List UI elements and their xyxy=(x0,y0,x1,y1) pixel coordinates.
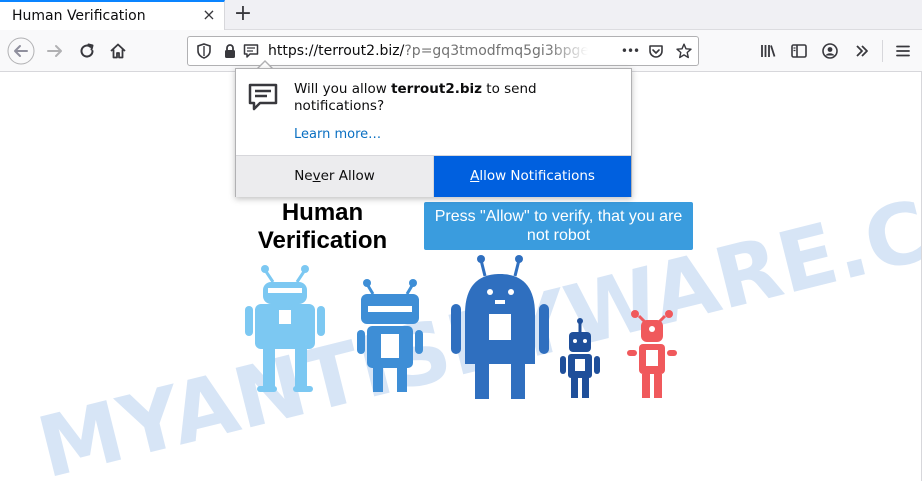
allow-notifications-button[interactable]: Allow Notifications xyxy=(434,156,631,197)
allow-instruction-tooltip: Press "Allow" to verify, that you are no… xyxy=(424,202,693,250)
new-tab-button[interactable]: + xyxy=(232,1,254,27)
never-allow-label-post: er Allow xyxy=(320,168,375,184)
bookmark-star-icon[interactable] xyxy=(676,43,692,59)
allow-accesskey: A xyxy=(470,168,480,184)
overflow-button[interactable] xyxy=(847,36,877,66)
page-actions-icon[interactable]: ••• xyxy=(620,43,640,59)
url-fade xyxy=(548,39,588,63)
reload-button[interactable] xyxy=(72,36,102,66)
url-host: https://terrout2.biz/ xyxy=(268,43,405,59)
navigation-toolbar: https://terrout2.biz/?p=gq3tmodfmq5gi3bp… xyxy=(0,30,922,72)
url-text[interactable]: https://terrout2.biz/?p=gq3tmodfmq5gi3bp… xyxy=(268,43,588,59)
chevron-double-right-icon xyxy=(856,45,868,57)
menu-button[interactable] xyxy=(888,36,918,66)
forward-button[interactable] xyxy=(40,36,70,66)
heading-line-2: Verification xyxy=(257,227,388,254)
home-icon xyxy=(110,43,126,59)
forward-arrow-icon xyxy=(47,45,62,57)
hamburger-menu-icon xyxy=(896,45,910,57)
tab-strip: Human Verification × + xyxy=(0,0,922,30)
sidebar-icon xyxy=(791,44,807,58)
popup-site-name: terrout2.biz xyxy=(391,81,482,97)
back-arrow-icon xyxy=(7,37,35,65)
tab-title: Human Verification xyxy=(12,8,146,24)
pocket-icon[interactable] xyxy=(648,43,664,59)
learn-more-link[interactable]: Learn more… xyxy=(294,127,381,142)
browser-window: Human Verification × + https://terrout2.… xyxy=(0,0,922,481)
sidebar-button[interactable] xyxy=(784,36,814,66)
never-allow-accesskey: v xyxy=(312,168,321,184)
popup-button-row: Never Allow Allow Notifications xyxy=(236,155,631,197)
popup-message: Will you allow terrout2.biz to send noti… xyxy=(294,81,614,115)
never-allow-label-pre: Ne xyxy=(294,168,313,184)
robot-navy-image xyxy=(560,318,600,398)
popup-message-prefix: Will you allow xyxy=(294,81,392,97)
notification-permission-icon[interactable] xyxy=(243,43,259,59)
robots-illustration xyxy=(245,255,677,399)
notification-permission-popup: Will you allow terrout2.biz to send noti… xyxy=(235,68,632,197)
toolbar-divider xyxy=(882,40,883,62)
account-icon xyxy=(822,43,838,59)
never-allow-button[interactable]: Never Allow xyxy=(236,156,434,197)
tracking-shield-icon[interactable] xyxy=(196,43,212,59)
account-button[interactable] xyxy=(815,36,845,66)
heading-line-1: Human xyxy=(281,199,364,226)
back-button[interactable] xyxy=(6,36,36,66)
page-heading: Human Verification xyxy=(245,199,400,255)
robot-red-image xyxy=(627,310,677,398)
notification-chat-icon xyxy=(248,83,278,111)
robot-light-blue-image xyxy=(245,265,325,392)
robot-dark-blue-image xyxy=(451,255,549,399)
library-icon xyxy=(761,45,776,57)
library-button[interactable] xyxy=(753,36,783,66)
reload-icon xyxy=(80,43,94,58)
robot-blue-image xyxy=(357,279,423,392)
tab-human-verification[interactable]: Human Verification × xyxy=(0,0,225,30)
allow-label-post: llow Notifications xyxy=(479,168,595,184)
lock-icon[interactable] xyxy=(222,43,238,59)
home-button[interactable] xyxy=(103,36,133,66)
close-tab-icon[interactable]: × xyxy=(200,6,218,24)
